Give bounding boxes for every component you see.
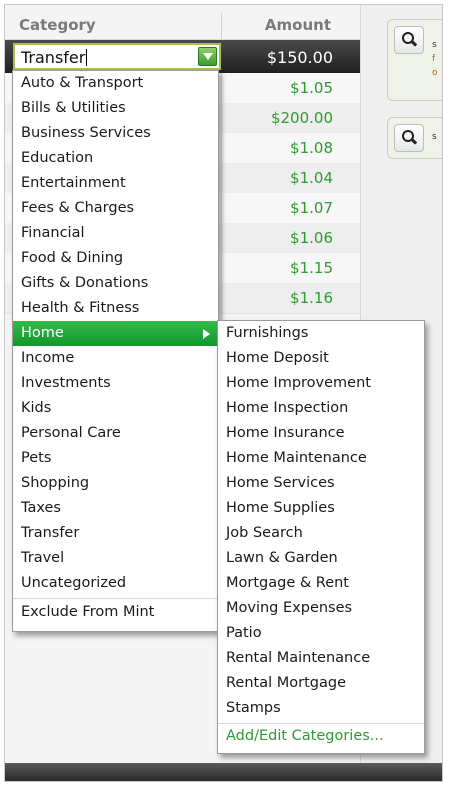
subcategory-menu-item[interactable]: Mortgage & Rent — [218, 571, 424, 596]
category-menu-item[interactable]: Education — [13, 146, 218, 171]
category-menu-item-label: Shopping — [21, 475, 90, 491]
subcategory-menu-item[interactable]: Patio — [218, 621, 424, 646]
category-menu-item-label: Income — [21, 350, 75, 366]
category-menu-item[interactable]: Food & Dining — [13, 246, 218, 271]
category-menu-item[interactable]: Business Services — [13, 121, 218, 146]
category-menu-item-label: Education — [21, 150, 94, 166]
category-input-value[interactable]: Transfer — [21, 48, 87, 67]
category-menu-item-label: Personal Care — [21, 425, 121, 441]
search-button[interactable] — [394, 124, 424, 152]
subcategory-menu-item[interactable]: Home Improvement — [218, 371, 424, 396]
card-snippet: f — [432, 54, 436, 64]
chevron-right-icon — [203, 329, 210, 339]
menu-divider — [13, 598, 218, 599]
category-menu-item[interactable]: Uncategorized — [13, 571, 218, 596]
home-subcategory-menu[interactable]: Furnishings Home Deposit Home Improvement H… — [217, 320, 425, 754]
subcategory-menu-item[interactable]: Home Services — [218, 471, 424, 496]
selected-transaction-row[interactable]: Transfer $150.00 — [5, 40, 361, 73]
category-menu-item-label: Fees & Charges — [21, 200, 135, 216]
search-button[interactable] — [394, 26, 424, 54]
category-menu-item-label: Kids — [21, 400, 52, 416]
exclude-from-mint-item[interactable]: Exclude From Mint — [13, 600, 218, 625]
column-divider — [221, 73, 222, 353]
subcategory-menu-item[interactable]: Rental Mortgage — [218, 671, 424, 696]
table-header: Category Amount — [5, 5, 361, 40]
category-menu-item[interactable]: Kids — [13, 396, 218, 421]
category-menu-item-label: Health & Fitness — [21, 300, 140, 316]
category-menu-item-label: Travel — [21, 550, 65, 566]
category-menu-item[interactable]: Income — [13, 346, 218, 371]
subcategory-menu-item[interactable]: Home Maintenance — [218, 446, 424, 471]
category-menu-item-label: Bills & Utilities — [21, 100, 126, 116]
subcategory-menu-item[interactable]: Moving Expenses — [218, 596, 424, 621]
subcategory-menu-item[interactable]: Home Supplies — [218, 496, 424, 521]
category-menu-item[interactable]: Pets — [13, 446, 218, 471]
subcategory-menu-item[interactable]: Job Search — [218, 521, 424, 546]
category-menu-item[interactable]: Auto & Transport — [13, 71, 218, 96]
search-icon-handle — [410, 40, 418, 47]
category-menu-item-label: Auto & Transport — [21, 75, 144, 91]
card-snippet: s — [432, 40, 437, 50]
category-menu-item-label: Pets — [21, 450, 52, 466]
amount-cell: $1.15 — [290, 259, 333, 277]
category-menu-item[interactable]: Taxes — [13, 496, 218, 521]
category-menu-item-label: Taxes — [21, 500, 61, 516]
category-menu-item[interactable]: Health & Fitness — [13, 296, 218, 321]
card-snippet: o — [432, 68, 438, 78]
subcategory-menu-item[interactable]: Lawn & Garden — [218, 546, 424, 571]
category-dropdown-menu[interactable]: Auto & Transport Bills & Utilities Busines… — [12, 70, 219, 632]
category-menu-item[interactable]: Gifts & Donations — [13, 271, 218, 296]
header-divider — [221, 13, 222, 39]
subcategory-menu-item[interactable]: Home Deposit — [218, 346, 424, 371]
category-menu-item[interactable]: Transfer — [13, 521, 218, 546]
amount-cell: $1.08 — [290, 139, 333, 157]
category-menu-item-label: Food & Dining — [21, 250, 124, 266]
add-edit-categories-link[interactable]: Add/Edit Categories... — [218, 724, 424, 749]
category-menu-item[interactable]: Bills & Utilities — [13, 96, 218, 121]
selected-amount: $150.00 — [266, 48, 333, 67]
amount-cell: $1.16 — [290, 289, 333, 307]
category-menu-item-label: Home — [21, 325, 64, 341]
category-menu-item[interactable]: Fees & Charges — [13, 196, 218, 221]
search-icon-handle — [410, 138, 418, 145]
category-menu-item-label: Investments — [21, 375, 111, 391]
category-menu-item[interactable]: Entertainment — [13, 171, 218, 196]
amount-cell: $1.04 — [290, 169, 333, 187]
bottom-bar — [5, 763, 442, 781]
category-menu-item[interactable]: Investments — [13, 371, 218, 396]
category-menu-item-label: Transfer — [21, 525, 80, 541]
category-column-header[interactable]: Category — [19, 16, 96, 34]
category-input[interactable]: Transfer — [13, 43, 221, 70]
subcategory-menu-item[interactable]: Rental Maintenance — [218, 646, 424, 671]
subcategory-menu-item[interactable]: Home Insurance — [218, 421, 424, 446]
category-menu-item[interactable]: Financial — [13, 221, 218, 246]
category-menu-item[interactable]: Home — [13, 321, 218, 346]
category-menu-item-label: Entertainment — [21, 175, 126, 191]
chevron-down-icon[interactable] — [198, 47, 217, 66]
category-menu-item-label: Business Services — [21, 125, 151, 141]
card-snippet: s — [432, 132, 437, 142]
subcategory-menu-item[interactable]: Home Inspection — [218, 396, 424, 421]
search-suggestion-card[interactable]: s f o — [387, 19, 442, 101]
category-menu-item-label: Financial — [21, 225, 85, 241]
subcategory-menu-item[interactable]: Furnishings — [218, 321, 424, 346]
amount-cell: $1.07 — [290, 199, 333, 217]
amount-column-header[interactable]: Amount — [265, 16, 331, 34]
subcategory-menu-item[interactable]: Stamps — [218, 696, 424, 721]
amount-cell: $1.05 — [290, 79, 333, 97]
category-menu-item[interactable]: Travel — [13, 546, 218, 571]
category-menu-item-label: Uncategorized — [21, 575, 127, 591]
category-menu-item[interactable]: Personal Care — [13, 421, 218, 446]
amount-cell: $1.06 — [290, 229, 333, 247]
category-menu-item-label: Gifts & Donations — [21, 275, 149, 291]
search-suggestion-card[interactable]: s — [387, 117, 442, 159]
category-menu-item[interactable]: Shopping — [13, 471, 218, 496]
amount-cell: $200.00 — [270, 109, 333, 127]
